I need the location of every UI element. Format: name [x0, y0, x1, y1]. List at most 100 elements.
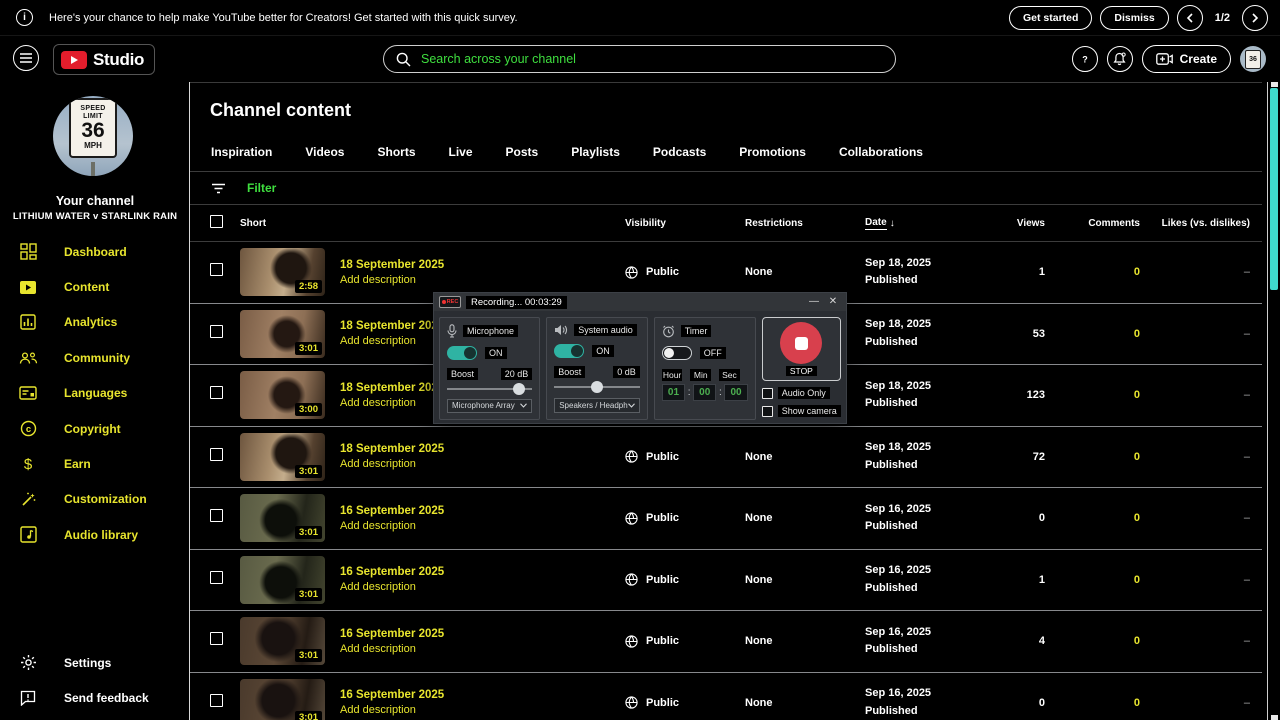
sidebar-item-customization[interactable]: Customization: [0, 482, 189, 517]
system-device-dropdown[interactable]: Speakers / Headph: [554, 397, 640, 413]
row-checkbox[interactable]: [210, 263, 223, 277]
audio-only-option[interactable]: Audio Only: [761, 387, 841, 399]
video-thumbnail[interactable]: 3:01: [240, 555, 325, 604]
stop-recording-button[interactable]: STOP: [761, 317, 841, 381]
video-title-link[interactable]: 16 September 2025: [340, 505, 625, 517]
studio-logo[interactable]: Studio: [53, 44, 156, 75]
comments-cell[interactable]: 0: [1045, 574, 1140, 586]
scroll-down-arrow[interactable]: [1271, 715, 1278, 720]
add-description-link[interactable]: Add description: [340, 274, 625, 286]
banner-prev-button[interactable]: [1176, 4, 1203, 31]
visibility-cell[interactable]: Public: [625, 266, 745, 279]
visibility-cell[interactable]: Public: [625, 635, 745, 648]
system-boost-slider[interactable]: [554, 380, 640, 394]
comments-cell[interactable]: 0: [1045, 328, 1140, 340]
sidebar-item-earn[interactable]: $ Earn: [0, 446, 189, 481]
timer-sec-input[interactable]: 00: [724, 384, 748, 401]
dismiss-button[interactable]: Dismiss: [1100, 5, 1169, 30]
channel-avatar[interactable]: SPEED LIMIT 36 MPH: [53, 96, 133, 176]
notifications-button[interactable]: [1106, 46, 1133, 72]
sidebar-item-dashboard[interactable]: Dashboard: [0, 234, 189, 269]
tab-live[interactable]: Live: [449, 145, 473, 171]
row-checkbox[interactable]: [210, 693, 223, 707]
comments-cell[interactable]: 0: [1045, 697, 1140, 709]
row-checkbox[interactable]: [210, 386, 223, 400]
sidebar-item-settings[interactable]: Settings: [0, 645, 189, 680]
tab-posts[interactable]: Posts: [506, 145, 539, 171]
scroll-up-arrow[interactable]: [1271, 82, 1278, 87]
system-slider-handle[interactable]: [590, 381, 603, 394]
sidebar-item-analytics[interactable]: Analytics: [0, 305, 189, 340]
minimize-button[interactable]: —: [807, 296, 821, 308]
column-date-sort[interactable]: Date ↓: [865, 217, 1000, 230]
search-input[interactable]: [421, 52, 883, 66]
video-title-link[interactable]: 16 September 2025: [340, 566, 625, 578]
comments-cell[interactable]: 0: [1045, 512, 1140, 524]
tab-videos[interactable]: Videos: [305, 145, 344, 171]
visibility-cell[interactable]: Public: [625, 450, 745, 463]
video-thumbnail[interactable]: 3:01: [240, 309, 325, 358]
comments-cell[interactable]: 0: [1045, 635, 1140, 647]
system-audio-toggle[interactable]: [554, 344, 585, 359]
close-icon[interactable]: ✕: [826, 296, 840, 308]
tab-podcasts[interactable]: Podcasts: [653, 145, 706, 171]
sidebar-item-content[interactable]: Content: [0, 269, 189, 304]
help-button[interactable]: ?: [1071, 46, 1098, 72]
recording-dialog-titlebar[interactable]: REC Recording... 00:03:29 — ✕: [434, 293, 846, 311]
tab-shorts[interactable]: Shorts: [377, 145, 415, 171]
add-description-link[interactable]: Add description: [340, 643, 625, 655]
comments-cell[interactable]: 0: [1045, 451, 1140, 463]
sidebar-item-languages[interactable]: Languages: [0, 376, 189, 411]
sidebar-item-audio-library[interactable]: Audio library: [0, 517, 189, 552]
show-camera-option[interactable]: Show camera: [761, 405, 841, 417]
create-button[interactable]: Create: [1141, 45, 1231, 73]
row-checkbox[interactable]: [210, 509, 223, 523]
sidebar-item-community[interactable]: Community: [0, 340, 189, 375]
add-description-link[interactable]: Add description: [340, 704, 625, 716]
timer-toggle[interactable]: [661, 346, 692, 360]
video-title-link[interactable]: 16 September 2025: [340, 628, 625, 640]
tab-promotions[interactable]: Promotions: [739, 145, 806, 171]
show-camera-checkbox[interactable]: [761, 405, 773, 417]
visibility-cell[interactable]: Public: [625, 512, 745, 525]
mic-boost-slider[interactable]: [447, 382, 533, 395]
get-started-button[interactable]: Get started: [1008, 5, 1093, 30]
banner-next-button[interactable]: [1242, 4, 1268, 31]
add-description-link[interactable]: Add description: [340, 520, 625, 532]
select-all-checkbox[interactable]: [210, 215, 223, 228]
scrollbar-thumb[interactable]: [1270, 88, 1278, 290]
tab-collaborations[interactable]: Collaborations: [839, 145, 923, 171]
video-title-link[interactable]: 18 September 2025: [340, 443, 625, 455]
timer-min-input[interactable]: 00: [693, 384, 717, 401]
visibility-cell[interactable]: Public: [625, 573, 745, 586]
tab-inspiration[interactable]: Inspiration: [211, 145, 272, 171]
video-thumbnail[interactable]: 3:01: [240, 432, 325, 481]
mic-slider-handle[interactable]: [513, 383, 526, 395]
account-avatar[interactable]: 36: [1240, 46, 1266, 72]
row-checkbox[interactable]: [210, 447, 223, 461]
video-thumbnail[interactable]: 3:01: [240, 494, 325, 543]
menu-button[interactable]: [13, 45, 39, 71]
visibility-cell[interactable]: Public: [625, 696, 745, 709]
comments-cell[interactable]: 0: [1045, 389, 1140, 401]
video-thumbnail[interactable]: 3:01: [240, 678, 325, 720]
sidebar-item-copyright[interactable]: c Copyright: [0, 411, 189, 446]
filter-button[interactable]: Filter: [247, 181, 276, 195]
row-checkbox[interactable]: [210, 324, 223, 338]
comments-cell[interactable]: 0: [1045, 266, 1140, 278]
add-description-link[interactable]: Add description: [340, 581, 625, 593]
timer-hour-input[interactable]: 01: [661, 384, 686, 401]
microphone-device-dropdown[interactable]: Microphone Array: [447, 398, 533, 413]
row-checkbox[interactable]: [210, 570, 223, 584]
sidebar-item-send-feedback[interactable]: Send feedback: [0, 681, 189, 716]
tab-playlists[interactable]: Playlists: [571, 145, 620, 171]
add-description-link[interactable]: Add description: [340, 458, 625, 470]
video-title-link[interactable]: 16 September 2025: [340, 689, 625, 701]
audio-only-checkbox[interactable]: [761, 387, 773, 399]
microphone-toggle[interactable]: [447, 346, 477, 360]
row-checkbox[interactable]: [210, 632, 223, 646]
video-thumbnail[interactable]: 3:00: [240, 371, 325, 420]
video-thumbnail[interactable]: 3:01: [240, 617, 325, 666]
video-title-link[interactable]: 18 September 2025: [340, 259, 625, 271]
video-thumbnail[interactable]: 2:58: [240, 248, 325, 297]
